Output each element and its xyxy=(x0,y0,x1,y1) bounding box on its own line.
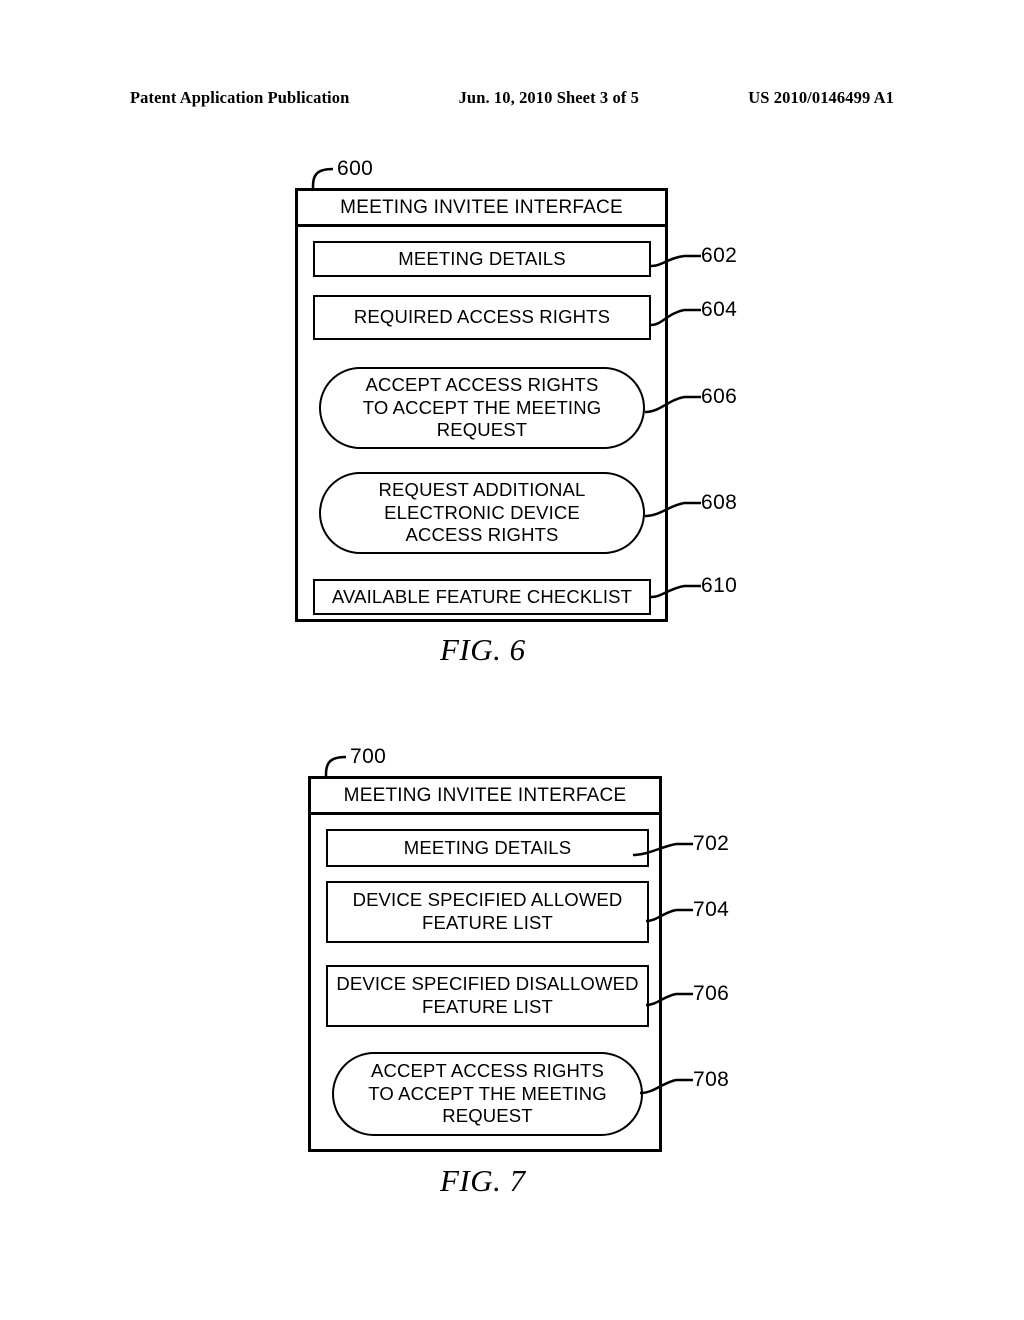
ref-number-702: 702 xyxy=(693,832,730,855)
ref-number-600: 600 xyxy=(337,157,374,180)
ref-number-610: 610 xyxy=(701,574,738,597)
ref-number-708: 708 xyxy=(693,1068,730,1091)
ref-708-leader xyxy=(639,1078,677,1095)
ref-706-leader xyxy=(645,992,677,1007)
ref-702-leader xyxy=(632,842,677,857)
ref-number-604: 604 xyxy=(701,298,738,321)
ref-number-704: 704 xyxy=(693,898,730,921)
ref-number-602: 602 xyxy=(701,244,738,267)
ref-number-700: 700 xyxy=(350,745,387,768)
ref-number-608: 608 xyxy=(701,491,738,514)
ref-700-leader xyxy=(324,755,347,778)
ref-704-leader xyxy=(645,908,677,923)
figure-7-leaders xyxy=(324,755,693,1095)
ref-number-606: 606 xyxy=(701,385,738,408)
ref-number-706: 706 xyxy=(693,982,730,1005)
